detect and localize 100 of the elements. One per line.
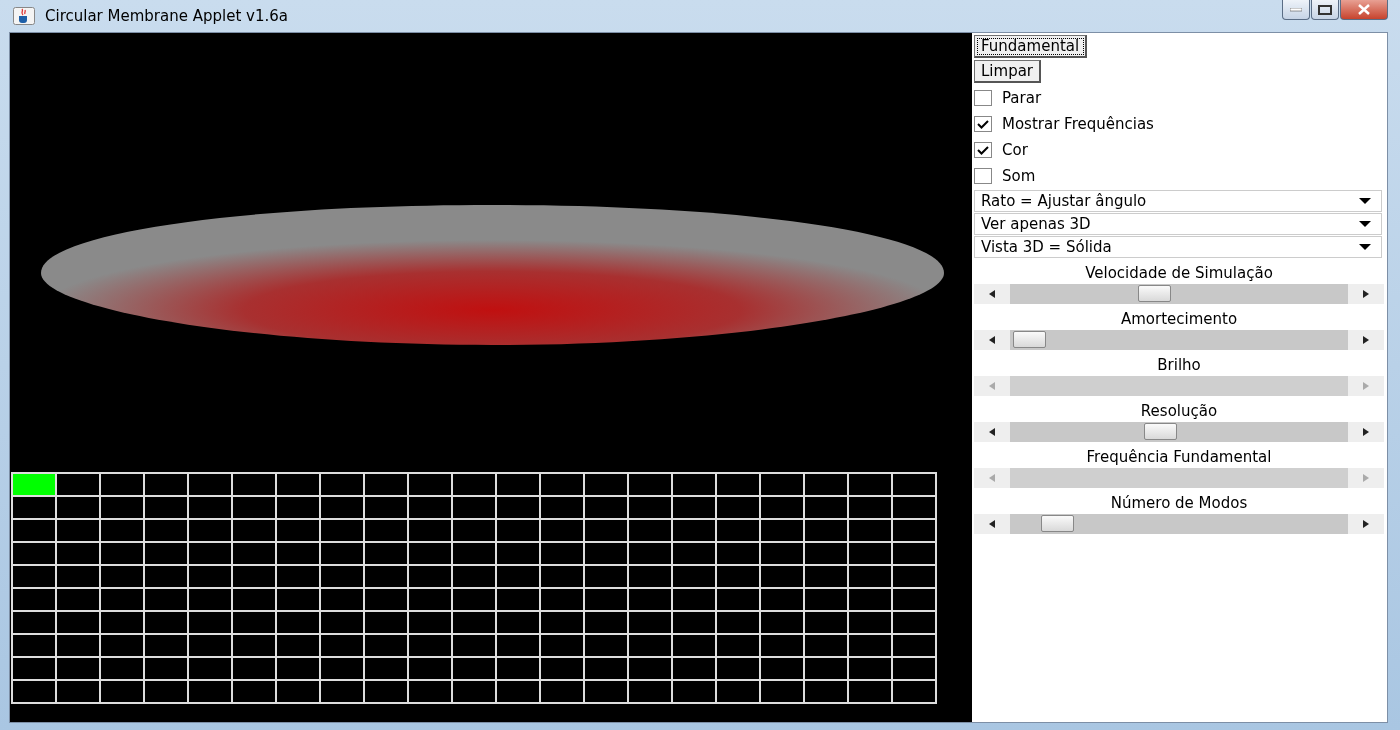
mode-cell[interactable] [761, 612, 803, 633]
mode-cell[interactable] [365, 520, 407, 541]
mode-cell[interactable] [57, 612, 99, 633]
mode-cell[interactable] [761, 635, 803, 656]
mode-cell[interactable] [717, 589, 759, 610]
mode-cell[interactable] [409, 589, 451, 610]
mode-cell[interactable] [365, 658, 407, 679]
mode-cell[interactable] [629, 635, 671, 656]
mode-cell[interactable] [409, 635, 451, 656]
mode-cell[interactable] [893, 681, 935, 702]
mode-cell[interactable] [321, 520, 363, 541]
mode-cell[interactable] [497, 520, 539, 541]
mode-cell[interactable] [805, 681, 847, 702]
mode-cell[interactable] [849, 612, 891, 633]
mode-cell[interactable] [541, 566, 583, 587]
mode-cell[interactable] [321, 543, 363, 564]
mode-cell[interactable] [893, 635, 935, 656]
mode-cell[interactable] [541, 474, 583, 495]
mode-cell[interactable] [849, 635, 891, 656]
simulation-canvas[interactable] [10, 33, 972, 722]
mode-cell[interactable] [13, 520, 55, 541]
mode-cell[interactable] [849, 658, 891, 679]
mode-cell[interactable] [409, 566, 451, 587]
mode-cell[interactable] [409, 520, 451, 541]
slider-thumb[interactable] [1013, 331, 1046, 348]
mode-cell[interactable] [321, 635, 363, 656]
mode-cell[interactable] [57, 474, 99, 495]
mode-cell[interactable] [717, 566, 759, 587]
mode-cell[interactable] [805, 658, 847, 679]
mode-cell[interactable] [101, 520, 143, 541]
mode-cell[interactable] [189, 520, 231, 541]
slider-thumb[interactable] [1144, 423, 1177, 440]
mode-cell[interactable] [189, 497, 231, 518]
mode-cell[interactable] [453, 566, 495, 587]
mode-cell[interactable] [629, 566, 671, 587]
mode-cell[interactable] [893, 589, 935, 610]
mode-cell[interactable] [57, 543, 99, 564]
mode-cell[interactable] [673, 612, 715, 633]
mode-cell[interactable] [409, 543, 451, 564]
mode-cell[interactable] [365, 681, 407, 702]
mode-cell[interactable] [189, 612, 231, 633]
scrollbar-slider[interactable] [974, 422, 1384, 442]
mode-cell[interactable] [277, 589, 319, 610]
mode-cell[interactable] [145, 612, 187, 633]
mode-cell[interactable] [805, 612, 847, 633]
mode-cell[interactable] [13, 612, 55, 633]
mode-cell[interactable] [761, 543, 803, 564]
mode-cell[interactable] [805, 635, 847, 656]
mode-cell[interactable] [629, 681, 671, 702]
mode-cell[interactable] [893, 543, 935, 564]
close-button[interactable] [1340, 0, 1388, 20]
mode-cell[interactable] [585, 474, 627, 495]
mode-cell[interactable] [233, 566, 275, 587]
scrollbar-slider[interactable] [974, 376, 1384, 396]
mode-cell[interactable] [497, 612, 539, 633]
mode-cell[interactable] [101, 497, 143, 518]
mode-cell[interactable] [321, 474, 363, 495]
mode-cell[interactable] [13, 497, 55, 518]
mode-cell[interactable] [277, 497, 319, 518]
mode-cell[interactable] [145, 589, 187, 610]
scrollbar-slider[interactable] [974, 284, 1384, 304]
mode-cell[interactable] [365, 635, 407, 656]
mode-cell[interactable] [673, 520, 715, 541]
mode-cell[interactable] [541, 658, 583, 679]
mode-cell[interactable] [497, 589, 539, 610]
mode-cell[interactable] [497, 658, 539, 679]
mode-cell[interactable] [453, 589, 495, 610]
mode-cell[interactable] [453, 543, 495, 564]
mode-cell[interactable] [145, 474, 187, 495]
mode-cell[interactable] [541, 497, 583, 518]
mode-cell[interactable] [409, 497, 451, 518]
mode-cell[interactable] [365, 612, 407, 633]
mode-cell[interactable] [453, 681, 495, 702]
mode-cell[interactable] [13, 635, 55, 656]
mode-cell[interactable] [101, 612, 143, 633]
mode-cell[interactable] [805, 566, 847, 587]
mode-cell[interactable] [409, 681, 451, 702]
mode-cell[interactable] [717, 543, 759, 564]
mode-cell[interactable] [233, 497, 275, 518]
mode-cell[interactable] [893, 658, 935, 679]
mode-cell[interactable] [585, 520, 627, 541]
mode-cell[interactable] [13, 474, 55, 495]
mode-cell[interactable] [541, 612, 583, 633]
mode-cell[interactable] [717, 612, 759, 633]
mode-cell[interactable] [585, 497, 627, 518]
mode-cell[interactable] [365, 589, 407, 610]
mode-cell[interactable] [145, 681, 187, 702]
mode-cell[interactable] [541, 681, 583, 702]
mode-cell[interactable] [849, 543, 891, 564]
mode-cell[interactable] [321, 612, 363, 633]
mode-cell[interactable] [409, 474, 451, 495]
mode-cell[interactable] [145, 658, 187, 679]
mode-cell[interactable] [101, 589, 143, 610]
mode-cell[interactable] [761, 474, 803, 495]
mode-cell[interactable] [673, 543, 715, 564]
mode-cell[interactable] [629, 658, 671, 679]
mode-cell[interactable] [541, 589, 583, 610]
mode-cell[interactable] [189, 474, 231, 495]
mode-cell[interactable] [189, 635, 231, 656]
mode-cell[interactable] [761, 681, 803, 702]
